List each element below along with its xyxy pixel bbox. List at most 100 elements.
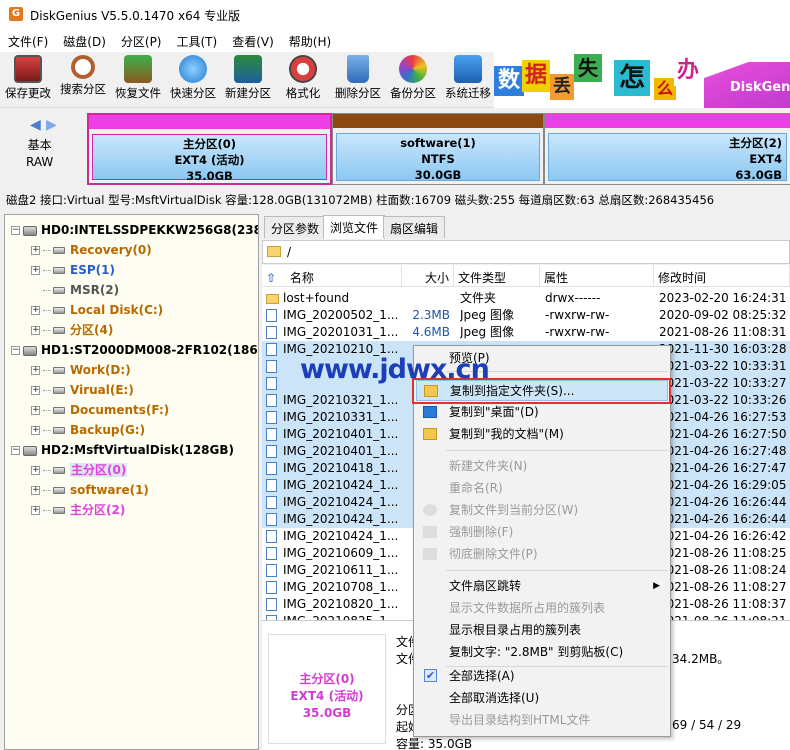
menu-item-select-all[interactable]: ✔ 全部选择(A) [416,666,668,687]
expand-icon[interactable]: + [31,326,40,335]
tab-sector-edit[interactable]: 扇区编辑 [383,216,446,238]
tree-part-c[interactable]: + Local Disk(C:) [31,301,163,319]
expand-icon[interactable]: + [31,246,40,255]
menu-item-copy-text[interactable]: 复制文字: "2.8MB" 到剪贴板(C) [416,642,668,663]
menu-item-sector-jump[interactable]: 文件扇区跳转 ▶ [416,576,668,597]
backup-partition-label: 备份分区 [390,86,436,100]
menu-item-copy-to-current-partition[interactable]: 复制文件到当前分区(W) [416,500,668,521]
menu-item-rename[interactable]: 重命名(R) [416,478,668,499]
detail-chs: 69 / 54 / 29 [672,718,742,732]
file-modified: 2020-09-02 08:25:32 [659,308,787,322]
expand-icon[interactable]: + [31,306,40,315]
menu-view[interactable]: 查看(V) [224,30,281,52]
file-modified: 2021-04-26 16:27:53 [659,410,787,424]
tree-part-recovery[interactable]: + Recovery(0) [31,241,152,259]
image-file-icon [266,377,277,390]
tree-part-virual[interactable]: + Virual(E:) [31,381,134,399]
tab-partition-params[interactable]: 分区参数 [264,216,327,238]
col-name-header[interactable]: ⇧ 名称 [262,265,402,287]
tree-part-label: ESP(1) [70,263,115,277]
menu-file[interactable]: 文件(F) [0,30,55,52]
file-modified: 2021-04-26 16:27:47 [659,461,787,475]
col-attr-header[interactable]: 属性 [540,265,654,287]
save-icon [14,55,42,83]
tree-part-software[interactable]: + software(1) [31,481,149,499]
save-button[interactable]: 保存更改 [3,55,53,105]
tree-disk-hd2[interactable]: − HD2:MsftVirtualDisk(128GB) [11,441,234,459]
menu-tools[interactable]: 工具(T) [169,30,225,52]
file-name: IMG_20210321_1... [283,393,399,407]
search-partition-button[interactable]: 搜索分区 [58,55,108,105]
system-migrate-button[interactable]: 系统迁移 [443,55,493,105]
menu-help[interactable]: 帮助(H) [281,30,338,52]
volume-icon [53,287,65,294]
col-size-header[interactable]: 大小 [402,265,454,287]
app-logo-icon: G [9,7,23,21]
partition-size: 30.0GB [414,168,462,182]
partition-name: 主分区(0) [299,672,355,686]
expand-icon[interactable]: + [31,506,40,515]
tree-part-label: Local Disk(C:) [70,303,164,317]
file-row[interactable]: IMG_20201031_1... 4.6MB Jpeg 图像 -rwxrw-rw- 2… [262,324,790,341]
promo-banner[interactable]: 数 据 丢 失 怎 么 办 DiskGen [494,52,790,108]
disk-type-raw: RAW [26,155,54,169]
volume-icon [53,427,65,434]
tree-part-work[interactable]: + Work(D:) [31,361,131,379]
tree-part-main2[interactable]: + 主分区(2) [31,501,125,519]
expand-icon[interactable]: + [31,366,40,375]
menu-partition[interactable]: 分区(P) [113,30,169,52]
tree-part-msr[interactable]: +MSR(2) [31,281,119,299]
expand-icon[interactable]: + [31,406,40,415]
menu-item-copy-to-documents[interactable]: 复制到"我的文档"(M) [416,424,668,445]
format-button[interactable]: 格式化 [278,55,328,105]
tree-disk-hd0[interactable]: − HD0:INTELSSDPEKKW256G8(238G [11,221,258,239]
expand-icon[interactable]: + [31,426,40,435]
next-disk-arrow-icon[interactable]: ▶ [46,117,57,133]
col-modified-header[interactable]: 修改时间 [654,265,790,287]
tree-part-esp[interactable]: + ESP(1) [31,261,115,279]
file-name: IMG_20210820_1... [283,597,399,611]
menu-item-export-html[interactable]: 导出目录结构到HTML文件 [416,710,668,731]
prev-disk-arrow-icon[interactable]: ◀ [30,117,41,133]
menu-item-new-folder[interactable]: 新建文件夹(N) [416,456,668,477]
tree-part-main0[interactable]: + 主分区(0) [31,461,128,479]
tree-disk-hd1[interactable]: − HD1:ST2000DM008-2FR102(1863G [11,341,258,359]
backup-partition-button[interactable]: 备份分区 [388,55,438,105]
tab-browse-files[interactable]: 浏览文件 [323,215,386,239]
delete-partition-button[interactable]: 删除分区 [333,55,383,105]
collapse-icon[interactable]: − [11,226,20,235]
menu-item-file-clusters[interactable]: 显示文件数据所占用的簇列表 [416,598,668,619]
expand-icon[interactable]: + [31,466,40,475]
path-bar[interactable]: / [262,240,790,264]
collapse-icon[interactable]: − [11,346,20,355]
file-modified: 2021-08-26 11:08:27 [659,580,787,594]
hard-disk-icon [23,345,37,356]
menu-item-wipe-file[interactable]: 彻底删除文件(P) [416,544,668,565]
tree-part-label: Virual(E:) [70,383,134,397]
documents-folder-icon [423,428,437,440]
recover-box-icon [124,55,152,83]
quick-partition-button[interactable]: 快速分区 [168,55,218,105]
expand-icon[interactable]: + [31,266,40,275]
collapse-icon[interactable]: − [11,446,20,455]
file-row[interactable]: IMG_20200502_1... 2.3MB Jpeg 图像 -rwxrw-rw- 2… [262,307,790,324]
new-partition-button[interactable]: 新建分区 [223,55,273,105]
menu-disk[interactable]: 磁盘(D) [55,30,113,52]
menu-item-root-clusters[interactable]: 显示根目录占用的簇列表 [416,620,668,641]
tree-part-documents[interactable]: + Documents(F:) [31,401,169,419]
menu-item-copy-to-desktop[interactable]: 复制到"桌面"(D) [416,402,668,423]
expand-icon[interactable]: + [31,386,40,395]
file-row[interactable]: lost+found 文件夹 drwx------ 2023-02-20 16:24:… [262,290,790,307]
partition-block-1[interactable]: software(1) NTFS 30.0GB [332,113,544,185]
menu-item-force-delete[interactable]: 强制删除(F) [416,522,668,543]
tree-part-backup[interactable]: + Backup(G:) [31,421,145,439]
menu-item-deselect-all[interactable]: 全部取消选择(U) [416,688,668,709]
expand-icon[interactable]: + [31,486,40,495]
file-modified: 2021-08-26 11:08:25 [659,546,787,560]
partition-block-2[interactable]: 主分区(2) EXT4 63.0GB [544,113,790,185]
tree-part-4[interactable]: + 分区(4) [31,321,113,339]
submenu-arrow-icon: ▶ [653,581,660,591]
partition-block-0[interactable]: 主分区(0) EXT4 (活动) 35.0GB [87,113,332,185]
col-type-header[interactable]: 文件类型 [454,265,540,287]
recover-files-button[interactable]: 恢复文件 [113,55,163,105]
